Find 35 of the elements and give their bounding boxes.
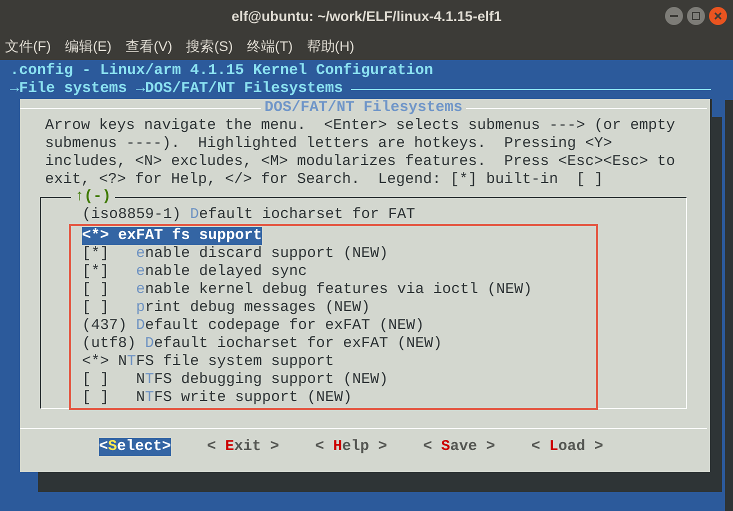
menu-item[interactable]: 查看(V) xyxy=(126,36,172,56)
maximize-button[interactable] xyxy=(687,7,705,25)
close-button[interactable] xyxy=(709,7,727,25)
help-text-line: Arrow keys navigate the menu. <Enter> selects submenus ---> (or empty xyxy=(45,117,676,135)
help-text-line: exit, <?> for Help, </> for Search. Legend: [*] built-in [ ] xyxy=(45,171,604,189)
menu-item[interactable]: 帮助(H) xyxy=(306,36,354,56)
dialog-title: DOS/FAT/NT Filesystems xyxy=(263,98,464,118)
dialog-button[interactable]: <Select> xyxy=(99,438,172,456)
breadcrumb: →File systems →DOS/FAT/NT Filesystems xyxy=(10,80,344,98)
menu-entry[interactable]: (iso8859-1) Default iocharset for FAT xyxy=(82,206,416,224)
help-text-line: includes, <N> excludes, <M> modularizes features. Press <Esc><Esc> to xyxy=(45,153,676,171)
dialog-button[interactable]: < Exit > xyxy=(207,438,280,456)
menu-entry[interactable]: [ ] NTFS write support (NEW) xyxy=(82,389,352,407)
help-text-line: submenus ----). Highlighted letters are hotkeys. Pressing <Y> xyxy=(45,135,612,153)
menu-entry[interactable]: [*] enable delayed sync xyxy=(82,263,308,281)
config-title: .config - Linux/arm 4.1.15 Kernel Configuration xyxy=(10,62,434,80)
minimize-button[interactable] xyxy=(665,7,683,25)
menu-entry[interactable]: [ ] print debug messages (NEW) xyxy=(82,299,370,317)
menu-entry[interactable]: [ ] enable kernel debug features via ioctl (NEW) xyxy=(82,281,532,299)
window-title: elf@ubuntu: ~/work/ELF/linux-4.1.15-elf1 xyxy=(232,6,502,26)
dialog-button[interactable]: < Save > xyxy=(423,438,496,456)
menu-item[interactable]: 搜索(S) xyxy=(186,36,233,56)
menu-item[interactable]: 编辑(E) xyxy=(64,36,112,56)
menu-entry[interactable]: <*> exFAT fs support xyxy=(82,227,262,245)
dialog-button[interactable]: < Help > xyxy=(315,438,388,456)
menu-entry[interactable]: (437) Default codepage for exFAT (NEW) xyxy=(82,317,424,335)
menu-entry[interactable]: <*> NTFS file system support xyxy=(82,353,334,371)
menu-item[interactable]: 文件(F) xyxy=(5,36,51,56)
dialog-button[interactable]: < Load > xyxy=(531,438,604,456)
scroll-indicator: ↑(-) xyxy=(71,188,116,206)
menu-entry[interactable]: [ ] NTFS debugging support (NEW) xyxy=(82,371,388,389)
menu-entry[interactable]: [*] enable discard support (NEW) xyxy=(82,245,388,263)
menu-entry[interactable]: (utf8) Default iocharset for exFAT (NEW) xyxy=(82,335,442,353)
close-icon xyxy=(714,12,722,20)
menu-item[interactable]: 终端(T) xyxy=(246,36,293,56)
